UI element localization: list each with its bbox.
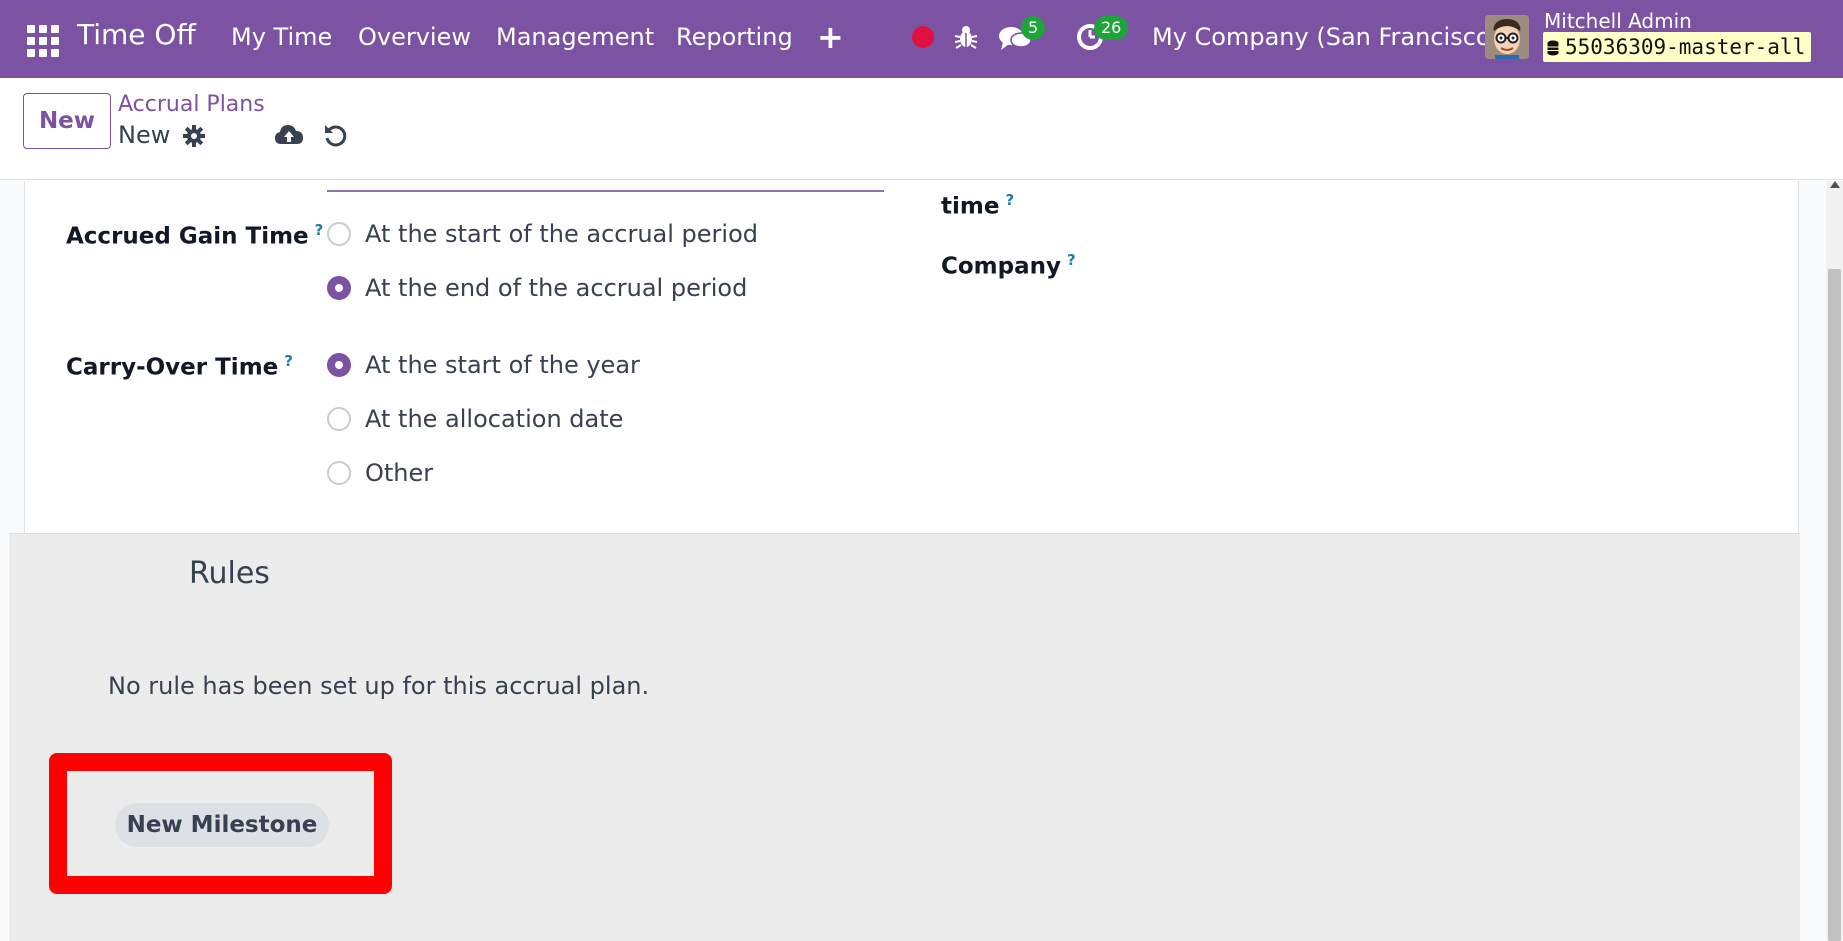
help-icon[interactable]: ?	[284, 352, 293, 370]
user-name[interactable]: Mitchell Admin	[1544, 9, 1692, 33]
radio-label: Other	[365, 459, 434, 487]
rules-title: Rules	[189, 556, 270, 591]
record-icon[interactable]	[912, 26, 934, 48]
scrollbar-thumb[interactable]	[1828, 269, 1841, 941]
cloud-upload-icon[interactable]	[274, 122, 304, 148]
database-name: 55036309-master-all	[1565, 35, 1806, 59]
control-panel: New Accrual Plans New	[0, 78, 1843, 180]
apps-menu-icon[interactable]	[24, 22, 59, 57]
radio-button[interactable]	[327, 407, 351, 431]
radio-button-checked[interactable]	[327, 276, 351, 300]
database-badge: 55036309-master-all	[1543, 32, 1812, 62]
menu-my-time[interactable]: My Time	[231, 23, 332, 51]
radio-gain-end[interactable]: At the end of the accrual period	[327, 273, 747, 303]
radio-carry-start-year[interactable]: At the start of the year	[327, 350, 640, 380]
name-field-underline[interactable]	[327, 190, 884, 192]
breadcrumb-accrual-plans[interactable]: Accrual Plans	[118, 92, 265, 117]
bug-icon[interactable]	[953, 24, 979, 50]
help-icon[interactable]: ?	[1067, 251, 1076, 269]
menu-management[interactable]: Management	[496, 23, 654, 51]
scroll-up-arrow-icon[interactable]	[1830, 181, 1840, 188]
new-button[interactable]: New	[23, 93, 111, 149]
radio-carry-allocation-date[interactable]: At the allocation date	[327, 404, 623, 434]
label-carry-over-time: Carry-Over Time?	[66, 352, 293, 381]
radio-label: At the start of the year	[365, 351, 640, 379]
gear-icon[interactable]	[182, 124, 206, 148]
activity-badge: 26	[1094, 16, 1129, 40]
help-icon[interactable]: ?	[315, 221, 324, 239]
discard-icon[interactable]	[322, 122, 350, 150]
new-milestone-button[interactable]: New Milestone	[115, 803, 329, 847]
user-avatar[interactable]	[1485, 15, 1529, 59]
scrollbar[interactable]	[1826, 181, 1843, 941]
chat-badge: 5	[1021, 16, 1046, 40]
app-brand[interactable]: Time Off	[77, 18, 196, 51]
radio-button[interactable]	[327, 461, 351, 485]
label-time: time?	[941, 191, 1015, 220]
database-icon	[1547, 40, 1559, 56]
menu-reporting[interactable]: Reporting	[676, 23, 793, 51]
plus-icon[interactable]: +	[817, 18, 844, 56]
radio-carry-other[interactable]: Other	[327, 458, 433, 488]
radio-label: At the allocation date	[365, 405, 624, 433]
top-navbar: Time Off My Time Overview Management Rep…	[0, 0, 1843, 78]
radio-label: At the start of the accrual period	[365, 220, 758, 248]
breadcrumb-current: New	[118, 121, 171, 149]
radio-gain-start[interactable]: At the start of the accrual period	[327, 219, 758, 249]
company-switcher[interactable]: My Company (San Francisco)	[1152, 23, 1500, 51]
menu-overview[interactable]: Overview	[358, 23, 471, 51]
help-icon[interactable]: ?	[1005, 191, 1014, 209]
radio-button-checked[interactable]	[327, 353, 351, 377]
radio-label: At the end of the accrual period	[365, 274, 748, 302]
label-company: Company?	[941, 251, 1076, 280]
radio-button[interactable]	[327, 222, 351, 246]
label-accrued-gain-time: Accrued Gain Time?	[66, 221, 324, 250]
rules-empty-message: No rule has been set up for this accrual…	[108, 672, 650, 700]
